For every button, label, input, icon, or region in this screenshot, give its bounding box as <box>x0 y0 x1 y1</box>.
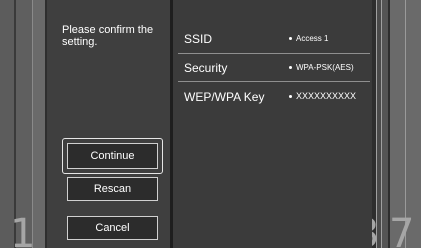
setting-label-key: WEP/WPA Key <box>184 90 265 104</box>
row-separator <box>178 81 370 82</box>
setting-value-ssid: Access 1 <box>296 34 329 43</box>
setting-row-ssid: SSID Access 1 <box>173 27 372 51</box>
channel-number-left: 1 <box>10 211 36 248</box>
setting-row-security: Security WPA-PSK(AES) <box>173 56 372 80</box>
setting-value-security: WPA-PSK(AES) <box>296 63 354 72</box>
bullet-icon <box>289 37 292 40</box>
continue-button[interactable]: Continue <box>67 143 158 169</box>
setting-row-key: WEP/WPA Key XXXXXXXXXX <box>173 85 372 109</box>
bullet-icon <box>289 66 292 69</box>
channel-number-right-b: 7 <box>389 211 415 248</box>
row-separator <box>178 53 370 54</box>
setting-label-ssid: SSID <box>184 32 213 46</box>
setting-label-security: Security <box>184 61 228 75</box>
bullet-icon <box>289 95 292 98</box>
confirm-prompt: Please confirm the setting. <box>62 24 154 48</box>
cancel-button[interactable]: Cancel <box>67 216 158 240</box>
setting-value-key: XXXXXXXXXX <box>296 91 357 101</box>
rescan-button[interactable]: Rescan <box>67 177 158 201</box>
